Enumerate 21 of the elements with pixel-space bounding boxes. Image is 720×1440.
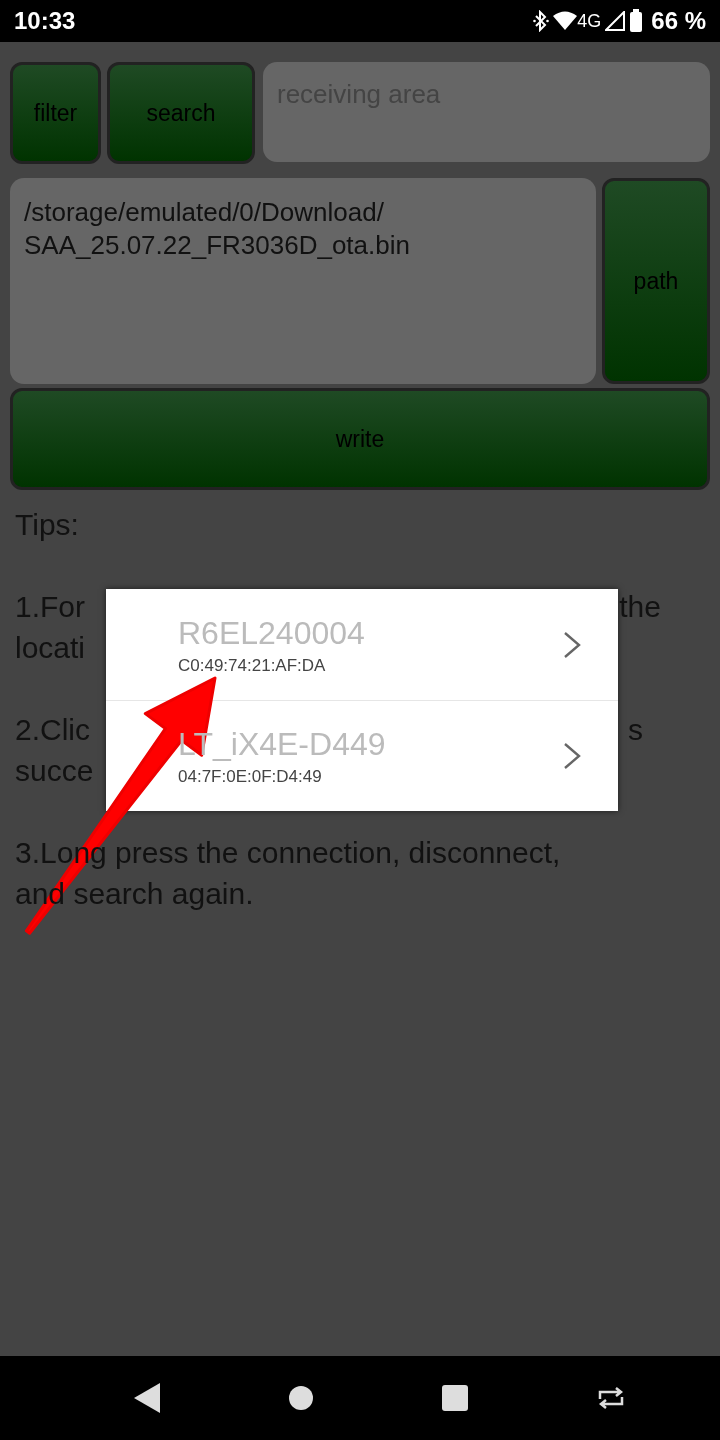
- rotate-icon[interactable]: [596, 1387, 626, 1409]
- chevron-right-icon: [562, 630, 582, 659]
- wifi-icon: [553, 11, 578, 31]
- signal-icon: [605, 11, 626, 31]
- path-button[interactable]: path: [602, 178, 710, 384]
- device-address: 04:7F:0E:0F:D4:49: [178, 767, 323, 787]
- filter-button[interactable]: filter: [10, 62, 101, 164]
- home-icon[interactable]: [288, 1385, 314, 1411]
- search-button[interactable]: search: [107, 62, 255, 164]
- bluetooth-icon: [533, 10, 550, 32]
- write-button[interactable]: write: [10, 388, 710, 490]
- chevron-right-icon: [562, 742, 582, 770]
- clock: 10:33: [14, 7, 76, 35]
- device-address: C0:49:74:21:AF:DA: [178, 655, 327, 676]
- device-name: R6EL240004: [178, 613, 366, 652]
- battery-icon: [629, 9, 644, 33]
- back-icon[interactable]: [134, 1383, 160, 1413]
- device-item[interactable]: R6EL240004 C0:49:74:21:AF:DA: [106, 589, 618, 700]
- battery-level: 66 %: [651, 7, 706, 35]
- network-type: 4G: [577, 10, 602, 32]
- path-field[interactable]: /storage/emulated/0/Download/ SAA_25.07.22_FR3036D_ota.bin: [10, 178, 596, 384]
